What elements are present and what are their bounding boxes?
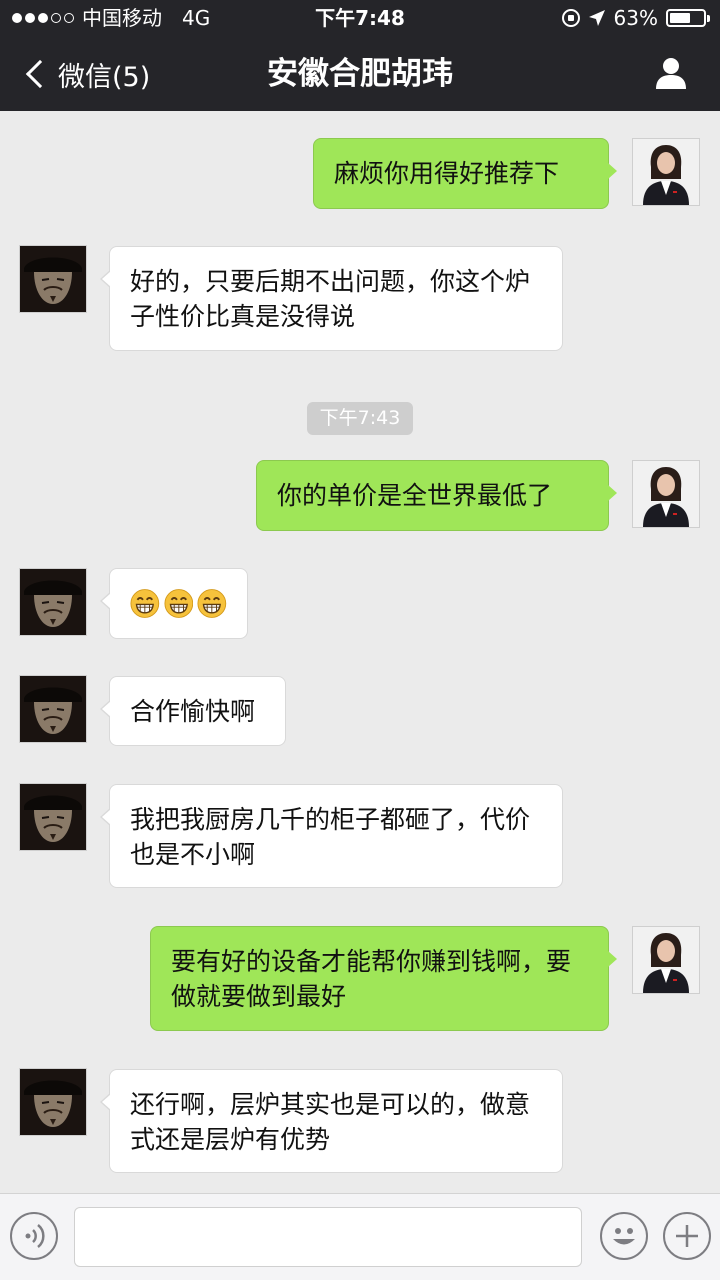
grin-emoji-icon [197, 589, 227, 618]
grin-emoji-icon [130, 589, 160, 618]
woman-avatar-icon [633, 139, 699, 205]
chat-timestamp: 下午7:43 [307, 402, 413, 435]
location-arrow-icon [588, 10, 605, 26]
emoji-row [130, 586, 227, 621]
message-text: 好的，只要后期不出问题，你这个炉子性价比真是没得说 [130, 267, 531, 331]
mask-avatar-icon [20, 1069, 86, 1135]
navbar: 微信(5) 安徽合肥胡玮 [0, 38, 720, 110]
grin-emoji-icon [164, 589, 193, 618]
message-bubble-outgoing[interactable]: 你的单价是全世界最低了 [256, 460, 617, 531]
avatar-self[interactable] [632, 926, 700, 994]
message-bubble-incoming[interactable] [100, 568, 248, 639]
header: 中国移动 4G 下午7:48 63% 微信(5) 安徽合肥胡玮 [0, 0, 720, 111]
battery-level-fill [670, 13, 691, 23]
add-button[interactable] [663, 1212, 711, 1260]
message-bubble-incoming[interactable]: 我把我厨房几千的柜子都砸了，代价也是不小啊 [100, 784, 563, 888]
avatar-self[interactable] [632, 460, 700, 528]
avatar-self[interactable] [632, 138, 700, 206]
message-text: 麻烦你用得好推荐下 [334, 159, 560, 188]
voice-button[interactable] [10, 1212, 58, 1260]
avatar-contact[interactable] [19, 675, 87, 743]
smiley-icon [613, 1228, 635, 1245]
mask-avatar-icon [20, 246, 86, 312]
message-input[interactable] [74, 1207, 582, 1267]
avatar-contact[interactable] [19, 1068, 87, 1136]
person-icon[interactable] [654, 56, 688, 90]
message-text: 要有好的设备才能帮你赚到钱啊，要做就要做到最好 [171, 947, 572, 1011]
battery-icon [666, 9, 710, 27]
avatar-contact[interactable] [19, 783, 87, 851]
battery-percent: 63% [613, 6, 658, 30]
message-text: 我把我厨房几千的柜子都砸了，代价也是不小啊 [130, 805, 531, 869]
input-bar [0, 1193, 720, 1280]
message-text: 还行啊，层炉其实也是可以的，做意式还是层炉有优势 [130, 1090, 531, 1154]
status-right: 63% [561, 0, 710, 36]
woman-avatar-icon [633, 927, 699, 993]
avatar-contact[interactable] [19, 568, 87, 636]
message-bubble-incoming[interactable]: 好的，只要后期不出问题，你这个炉子性价比真是没得说 [100, 246, 563, 351]
message-bubble-outgoing[interactable]: 麻烦你用得好推荐下 [313, 138, 617, 209]
mask-avatar-icon [20, 676, 86, 742]
message-text: 合作愉快啊 [130, 697, 256, 726]
mask-avatar-icon [20, 784, 86, 850]
chat-title: 安徽合肥胡玮 [267, 56, 453, 92]
emoji-button[interactable] [600, 1212, 648, 1260]
message-bubble-outgoing[interactable]: 要有好的设备才能帮你赚到钱啊，要做就要做到最好 [150, 926, 617, 1031]
plus-icon [676, 1225, 698, 1247]
message-bubble-incoming[interactable]: 合作愉快啊 [100, 676, 286, 746]
message-bubble-incoming[interactable]: 还行啊，层炉其实也是可以的，做意式还是层炉有优势 [100, 1069, 563, 1173]
rotation-lock-icon [561, 9, 580, 27]
message-text: 你的单价是全世界最低了 [277, 481, 553, 510]
mask-avatar-icon [20, 569, 86, 635]
woman-avatar-icon [633, 461, 699, 527]
avatar-contact[interactable] [19, 245, 87, 313]
voice-icon [25, 1224, 45, 1248]
status-bar: 中国移动 4G 下午7:48 63% [0, 0, 720, 36]
